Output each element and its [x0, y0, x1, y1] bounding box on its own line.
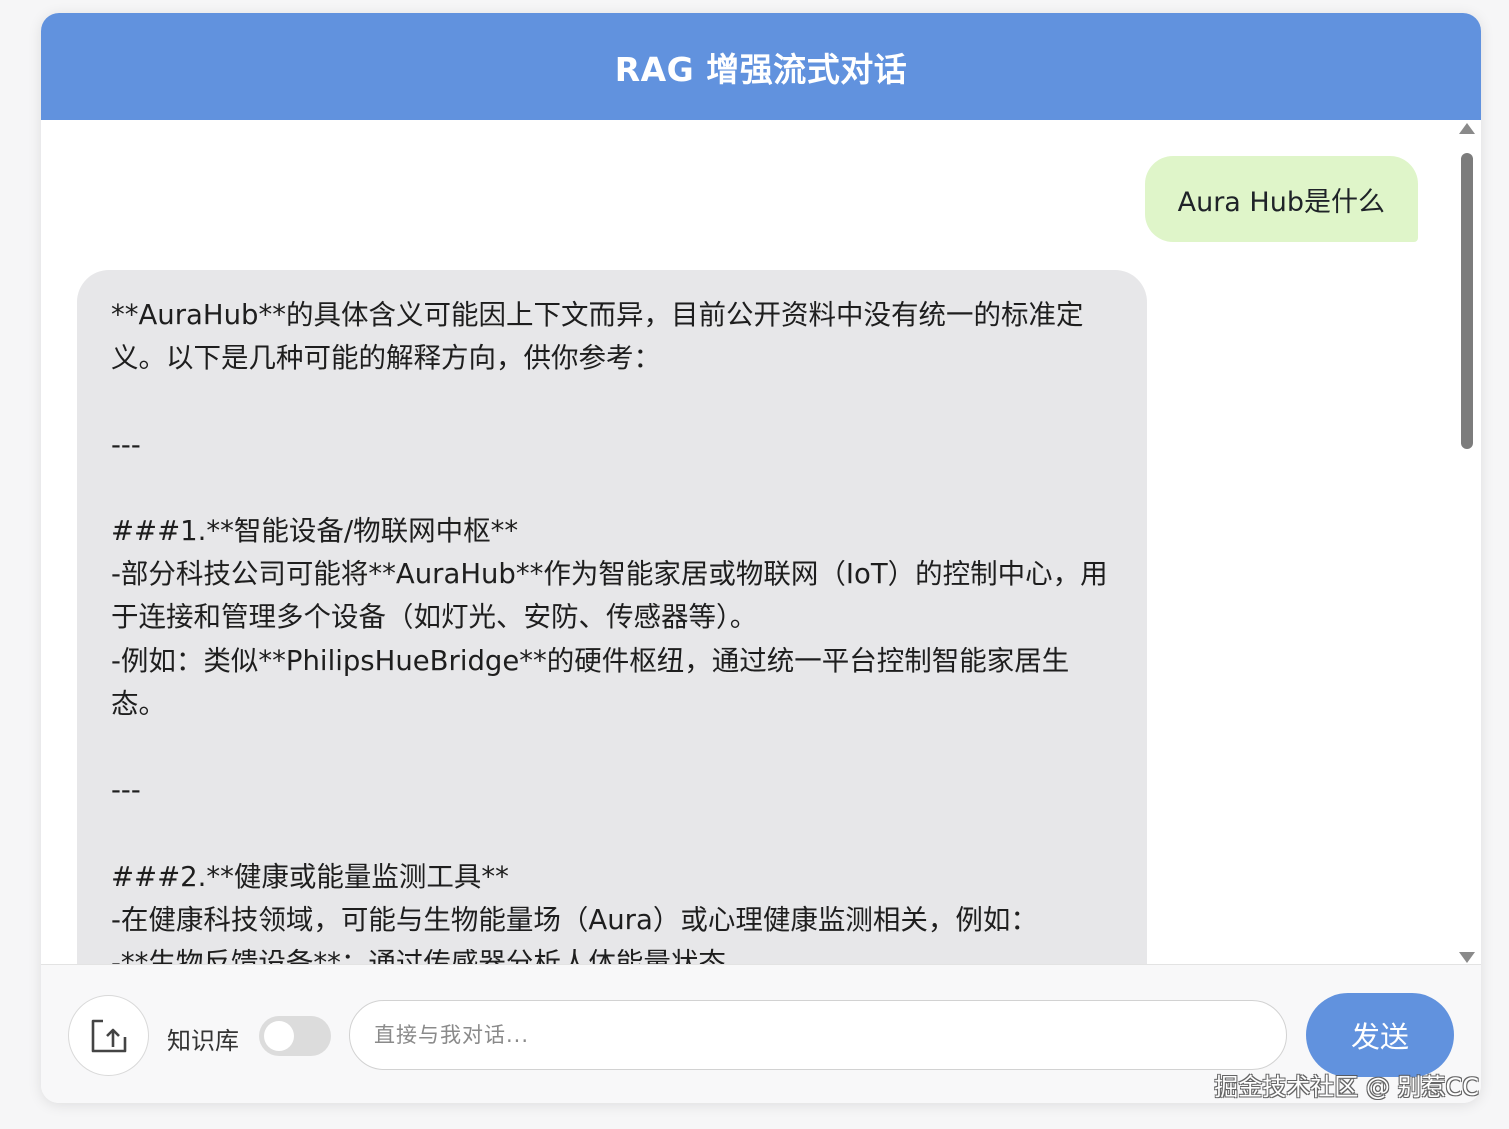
send-button[interactable]: 发送 — [1306, 993, 1454, 1077]
scrollbar[interactable] — [1459, 123, 1475, 963]
scroll-down-arrow-icon[interactable] — [1459, 952, 1475, 963]
header-bar: RAG 增强流式对话 — [41, 13, 1481, 120]
watermark: 掘金技术社区 @ 别惹CC — [1214, 1073, 1479, 1101]
message-input[interactable] — [349, 1000, 1287, 1070]
knowledge-base-label: 知识库 — [167, 1027, 239, 1055]
knowledge-base-toggle[interactable] — [259, 1016, 331, 1056]
scrollbar-thumb[interactable] — [1461, 153, 1473, 449]
upload-button[interactable] — [68, 995, 149, 1076]
upload-file-icon — [91, 1019, 126, 1052]
scroll-up-arrow-icon[interactable] — [1459, 123, 1475, 134]
user-message: Aura Hub是什么 — [1144, 156, 1418, 242]
page-title: RAG 增强流式对话 — [614, 49, 908, 89]
assistant-message-text: **AuraHub**的具体含义可能因上下文而异，目前公开资料中没有统一的标准定… — [111, 299, 1108, 964]
assistant-message: **AuraHub**的具体含义可能因上下文而异，目前公开资料中没有统一的标准定… — [77, 270, 1147, 964]
chat-window: RAG 增强流式对话 Aura Hub是什么 **AuraHub**的具体含义可… — [41, 13, 1481, 1103]
message-list[interactable]: Aura Hub是什么 **AuraHub**的具体含义可能因上下文而异，目前公… — [41, 120, 1481, 964]
toggle-knob — [264, 1021, 294, 1051]
